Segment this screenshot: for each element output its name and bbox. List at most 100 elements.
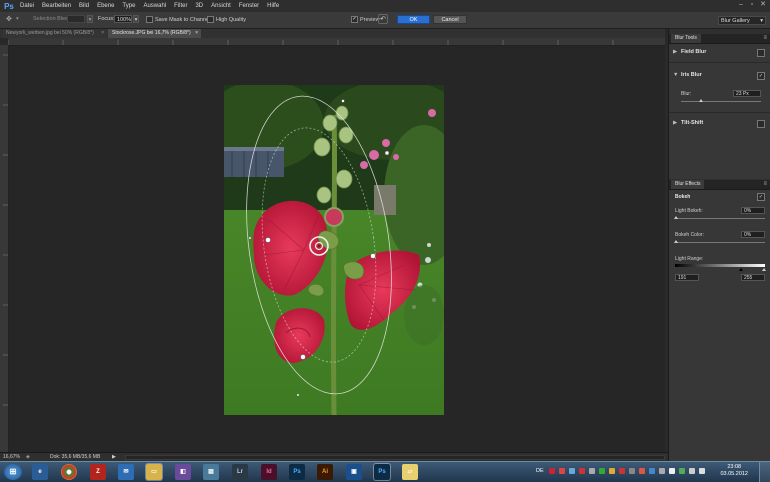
network-icon[interactable] xyxy=(689,468,695,474)
field-blur-row[interactable]: ▶ Field Blur xyxy=(673,49,706,55)
tray-icon[interactable] xyxy=(649,468,655,474)
light-range-high-thumb[interactable] xyxy=(762,268,766,271)
show-desktop-button[interactable] xyxy=(759,462,770,482)
light-range-low-field[interactable]: 191 xyxy=(675,274,699,281)
filezilla-icon[interactable]: Z xyxy=(90,464,106,480)
tab-close-icon[interactable]: × xyxy=(195,29,198,38)
workspace-switcher[interactable]: Blur Gallery ▾ xyxy=(718,16,766,25)
light-range-low-thumb[interactable] xyxy=(739,268,743,271)
menu-hilfe[interactable]: Hilfe xyxy=(267,3,279,9)
tray-icon[interactable] xyxy=(549,468,555,474)
tab-close-icon[interactable]: × xyxy=(101,29,104,38)
preview-checkbox[interactable]: ✓ Preview xyxy=(351,16,380,23)
tray-icon[interactable] xyxy=(679,468,685,474)
tab-blur-effects[interactable]: Blur Effects xyxy=(671,180,705,189)
iris-blur-checkbox[interactable]: ✓ xyxy=(757,72,765,80)
tray-icon[interactable] xyxy=(629,468,635,474)
horizontal-scrollbar[interactable] xyxy=(125,455,665,460)
tray-icon[interactable] xyxy=(659,468,665,474)
iris-blur-row[interactable]: ▼ Iris Blur xyxy=(673,72,702,78)
start-button-icon[interactable]: ⊞ xyxy=(4,464,22,480)
explorer-icon[interactable]: ▭ xyxy=(145,463,163,481)
menu-ebene[interactable]: Ebene xyxy=(97,3,114,9)
tray-icon[interactable] xyxy=(619,468,625,474)
menu-ansicht[interactable]: Ansicht xyxy=(211,3,231,9)
thunderbird-icon[interactable]: ✉ xyxy=(118,464,134,480)
bokeh-color-slider[interactable] xyxy=(675,242,765,243)
save-mask-checkbox[interactable]: Save Mask to Channels xyxy=(146,16,213,23)
tray-icon[interactable] xyxy=(579,468,585,474)
menu-filter[interactable]: Filter xyxy=(174,3,187,9)
tray-icon[interactable] xyxy=(639,468,645,474)
iris-handle-left[interactable] xyxy=(265,237,271,243)
menu-datei[interactable]: Datei xyxy=(20,3,34,9)
menu-bearbeiten[interactable]: Bearbeiten xyxy=(42,3,71,9)
language-indicator[interactable]: DE xyxy=(536,468,544,474)
blur-amount-field[interactable]: 23 Px xyxy=(733,90,761,97)
ie-icon[interactable]: e xyxy=(32,464,48,480)
chrome-icon[interactable] xyxy=(61,464,77,480)
indesign-icon[interactable]: Id xyxy=(261,464,277,480)
folder-icon[interactable]: ▱ xyxy=(402,464,418,480)
light-range-high-field[interactable]: 255 xyxy=(741,274,765,281)
panel-menu-icon[interactable]: ≡ xyxy=(763,35,767,41)
blur-tool-icon[interactable]: ✥ xyxy=(6,15,12,23)
iris-blur-overlay[interactable] xyxy=(224,85,444,415)
photoshop-icon[interactable]: Ps xyxy=(289,464,305,480)
tab-blur-tools[interactable]: Blur Tools xyxy=(671,34,701,43)
minimize-icon[interactable]: – xyxy=(737,1,745,9)
light-bokeh-slider-thumb[interactable] xyxy=(674,216,678,219)
tray-icon[interactable] xyxy=(559,468,565,474)
blur-amount-label: Blur: xyxy=(681,91,692,97)
blur-amount-slider[interactable] xyxy=(681,101,761,102)
menu-type[interactable]: Type xyxy=(122,3,135,9)
tilt-shift-row[interactable]: ▶ Tilt-Shift xyxy=(673,120,703,126)
photoshop-active-icon[interactable]: Ps xyxy=(373,463,391,481)
iris-center-pin[interactable] xyxy=(309,236,329,256)
menu-auswahl[interactable]: Auswahl xyxy=(143,3,166,9)
ok-button[interactable]: OK xyxy=(397,15,430,24)
tab-newyork[interactable]: Newyork_werben.jpg bei 50% (RGB/8*) × xyxy=(2,29,107,38)
tilt-shift-checkbox[interactable] xyxy=(757,120,765,128)
reset-pins-icon[interactable]: ↶ xyxy=(378,14,388,24)
app1-icon[interactable]: ◧ xyxy=(175,464,191,480)
panel-menu-icon[interactable]: ≡ xyxy=(763,181,767,187)
blur-amount-slider-thumb[interactable] xyxy=(699,99,703,102)
tray-icon[interactable] xyxy=(669,468,675,474)
field-blur-checkbox[interactable] xyxy=(757,49,765,57)
tab-stockrose[interactable]: Stockrose.JPG bei 16,7% (RGB/8*) × xyxy=(108,29,201,38)
bokeh-color-slider-thumb[interactable] xyxy=(674,240,678,243)
bokeh-checkbox[interactable]: ✓ xyxy=(757,193,765,201)
close-icon[interactable]: ✕ xyxy=(759,1,767,9)
illustrator-icon[interactable]: Ai xyxy=(317,464,333,480)
iris-handle-far-left[interactable] xyxy=(248,236,252,240)
app3-icon[interactable]: ▣ xyxy=(346,464,362,480)
iris-handle-lower[interactable] xyxy=(300,354,306,360)
tray-icon[interactable] xyxy=(599,468,605,474)
app2-icon[interactable]: ▤ xyxy=(203,464,219,480)
system-clock[interactable]: 23:08 03.05.2012 xyxy=(720,464,748,478)
iris-handle-top[interactable] xyxy=(341,99,345,103)
focus-field[interactable]: 100% xyxy=(114,15,132,23)
light-bokeh-slider[interactable] xyxy=(675,218,765,219)
tray-icon[interactable] xyxy=(589,468,595,474)
menu-bild[interactable]: Bild xyxy=(79,3,89,9)
tool-preset-chevron-down-icon[interactable]: ▾ xyxy=(16,16,19,22)
restore-icon[interactable]: ▫ xyxy=(748,1,756,9)
tray-icon[interactable] xyxy=(569,468,575,474)
cancel-button[interactable]: Cancel xyxy=(433,15,467,24)
high-quality-checkbox[interactable]: High Quality xyxy=(207,16,246,23)
light-bokeh-field[interactable]: 0% xyxy=(741,207,765,214)
focus-chevron-down-icon[interactable]: ▾ xyxy=(133,15,139,23)
selection-bleed-field[interactable] xyxy=(67,15,85,23)
iris-handle-upper-right[interactable] xyxy=(384,150,390,156)
iris-handle-bottom[interactable] xyxy=(296,393,300,397)
bokeh-color-field[interactable]: 0% xyxy=(741,231,765,238)
lightroom-icon[interactable]: Lr xyxy=(232,464,248,480)
menu-fenster[interactable]: Fenster xyxy=(239,3,259,9)
menu-3d[interactable]: 3D xyxy=(195,3,203,9)
volume-icon[interactable] xyxy=(699,468,705,474)
iris-handle-right[interactable] xyxy=(370,253,376,259)
tray-icon[interactable] xyxy=(609,468,615,474)
selection-bleed-chevron-down-icon[interactable]: ▾ xyxy=(87,15,93,23)
